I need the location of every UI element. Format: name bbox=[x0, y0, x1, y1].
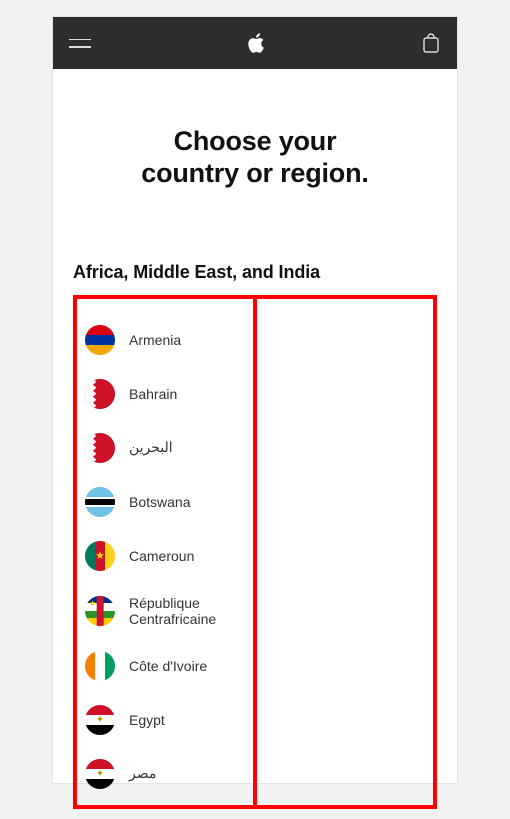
country-label: مصر bbox=[129, 765, 156, 782]
flag-icon bbox=[85, 433, 115, 463]
flag-icon: ✦ bbox=[85, 759, 115, 789]
page-title: Choose your country or region. bbox=[73, 125, 437, 190]
shopping-bag-icon[interactable] bbox=[421, 32, 441, 54]
country-label: Armenia bbox=[129, 332, 181, 348]
flag-icon bbox=[85, 379, 115, 409]
country-item-egypt[interactable]: ✦ Egypt bbox=[85, 693, 245, 747]
country-item-bahrain_ar[interactable]: البحرين bbox=[85, 421, 245, 475]
country-columns: Armenia Bahrain البحرين Botswana ★ Cameroun ★ R… bbox=[73, 295, 437, 809]
country-label: République Centrafricaine bbox=[129, 595, 245, 627]
country-item-civ[interactable]: Côte d'Ivoire bbox=[85, 639, 245, 693]
flag-icon bbox=[85, 651, 115, 681]
country-item-bahrain[interactable]: Bahrain bbox=[85, 367, 245, 421]
country-list-1: Armenia Bahrain البحرين Botswana ★ Cameroun ★ R… bbox=[85, 313, 245, 801]
country-column-2 bbox=[253, 295, 437, 809]
country-label: Bahrain bbox=[129, 386, 177, 402]
country-label: Cameroun bbox=[129, 548, 194, 564]
country-item-egypt_ar[interactable]: ✦ مصر bbox=[85, 747, 245, 801]
country-column-1: Armenia Bahrain البحرين Botswana ★ Cameroun ★ R… bbox=[73, 295, 257, 809]
flag-icon: ✦ bbox=[85, 705, 115, 735]
title-line-2: country or region. bbox=[141, 158, 368, 188]
country-label: البحرين bbox=[129, 439, 173, 456]
menu-icon[interactable] bbox=[69, 32, 91, 54]
flag-icon bbox=[85, 487, 115, 517]
country-item-car[interactable]: ★ République Centrafricaine bbox=[85, 583, 245, 639]
country-item-botswana[interactable]: Botswana bbox=[85, 475, 245, 529]
title-line-1: Choose your bbox=[174, 126, 337, 156]
main-content: Choose your country or region. Africa, M… bbox=[53, 69, 457, 819]
flag-icon: ★ bbox=[85, 541, 115, 571]
region-heading: Africa, Middle East, and India bbox=[73, 262, 437, 283]
country-item-armenia[interactable]: Armenia bbox=[85, 313, 245, 367]
flag-icon bbox=[85, 325, 115, 355]
flag-icon: ★ bbox=[85, 596, 115, 626]
top-nav bbox=[53, 17, 457, 69]
country-label: Côte d'Ivoire bbox=[129, 658, 207, 674]
apple-logo-icon[interactable] bbox=[246, 33, 266, 53]
country-item-cameroun[interactable]: ★ Cameroun bbox=[85, 529, 245, 583]
country-label: Egypt bbox=[129, 712, 165, 728]
country-label: Botswana bbox=[129, 494, 190, 510]
page-card: Choose your country or region. Africa, M… bbox=[52, 16, 458, 784]
